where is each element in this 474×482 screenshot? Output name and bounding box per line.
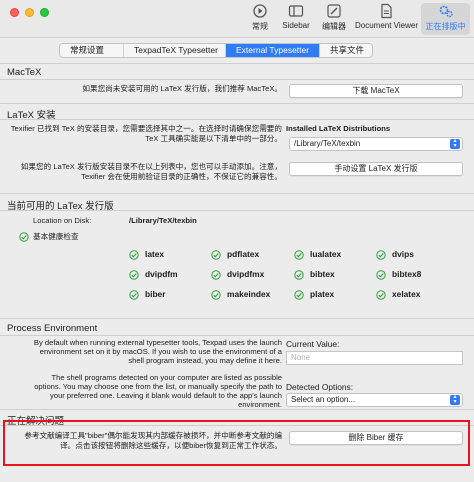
chevron-updown-icon: ▴ ▾ <box>450 138 460 149</box>
check-icon <box>211 290 221 300</box>
check-icon <box>376 270 386 280</box>
check-icon <box>129 250 139 260</box>
divider <box>0 193 474 194</box>
detected-options-label: Detected Options: <box>286 382 354 392</box>
settings-tabs: 常规设置 TexpadTeX Typesetter External Types… <box>59 43 373 58</box>
mactex-description: 如果您尚未安装可用的 LaTeX 发行版，我们推荐 MacTeX。 <box>82 84 282 93</box>
tool-name: dvipdfm <box>145 269 178 279</box>
toolbar-label: Sidebar <box>282 21 310 30</box>
install-description-line2: TeX 工具确实能是以下清单中的一部分。 <box>145 134 282 143</box>
close-window-button[interactable] <box>10 8 19 17</box>
toolbar: 常规 Sidebar 编辑器 Document Viewer 正在排版中 <box>0 0 474 38</box>
current-value-field[interactable]: None <box>286 351 463 365</box>
tool-name: lualatex <box>310 249 342 259</box>
installed-distributions-label: Installed LaTeX Distributions <box>286 124 391 133</box>
tool-name: latex <box>145 249 165 259</box>
health-check-icon <box>19 232 29 242</box>
tab-shared-files[interactable]: 共享文件 <box>320 44 372 57</box>
gears-icon <box>439 5 453 18</box>
location-value: /Library/TeX/texbin <box>129 216 197 225</box>
chevron-updown-icon: ▴ ▾ <box>450 394 460 405</box>
check-icon <box>294 270 304 280</box>
install-description-line1: Texifier 已找到 TeX 的安装目录，您需要选择其中之一。在选择时请确保… <box>10 124 282 133</box>
highlight-box <box>3 420 470 466</box>
check-icon <box>211 250 221 260</box>
toolbar-label: 常规 <box>252 22 268 31</box>
tool-name: bibtex8 <box>392 269 422 279</box>
detected-options-select[interactable]: Select an option... ▴ ▾ <box>286 393 463 407</box>
process-description-line3: shell program instead, you may define it… <box>128 356 282 365</box>
preferences-window: 常规 Sidebar 编辑器 Document Viewer 正在排版中 常规设… <box>0 0 474 482</box>
section-title-process: Process Environment <box>7 323 98 334</box>
editor-icon <box>327 4 341 18</box>
tab-external-typesetter[interactable]: External Typesetter <box>226 44 320 57</box>
general-icon <box>253 4 267 18</box>
divider <box>0 210 474 211</box>
tool-name: makeindex <box>227 289 271 299</box>
toolbar-label: 正在排版中 <box>425 22 466 31</box>
tool-name: pdflatex <box>227 249 260 259</box>
manual-description-line2: Texifier 会在使用前验证目录的正确性，不保证它的兼容性。 <box>81 172 282 181</box>
tool-name: bibtex <box>310 269 335 279</box>
divider <box>0 335 474 336</box>
document-viewer-icon <box>381 3 392 19</box>
toolbar-sidebar[interactable]: Sidebar <box>279 3 313 35</box>
manual-setup-button[interactable]: 手动设置 LaTeX 发行版 <box>289 162 463 176</box>
toolbar-editor[interactable]: 编辑器 <box>318 3 350 35</box>
tab-general-settings[interactable]: 常规设置 <box>60 44 124 57</box>
zoom-window-button[interactable] <box>40 8 49 17</box>
divider <box>0 63 474 64</box>
tool-name: dvipdfmx <box>227 269 265 279</box>
location-label: Location on Disk: <box>33 216 92 225</box>
toolbar-general[interactable]: 常规 <box>246 3 274 35</box>
check-icon <box>376 250 386 260</box>
check-icon <box>129 270 139 280</box>
detected-options-value: Select an option... <box>291 395 356 404</box>
tool-name: platex <box>310 289 335 299</box>
check-icon <box>376 290 386 300</box>
tool-name: dvips <box>392 249 414 259</box>
distribution-select-value: /Library/TeX/texbin <box>294 139 361 148</box>
divider <box>0 119 474 120</box>
toolbar-document-viewer[interactable]: Document Viewer <box>355 3 418 35</box>
manual-description-line1: 如果您的 LaTeX 发行版安装目录不在以上列表中，您也可以手动添加。注意， <box>20 162 282 171</box>
check-icon <box>211 270 221 280</box>
minimize-window-button[interactable] <box>25 8 34 17</box>
section-title-mactex: MacTeX <box>7 67 42 78</box>
current-value-label: Current Value: <box>286 339 340 349</box>
check-icon <box>294 290 304 300</box>
tool-name: biber <box>145 289 166 299</box>
toolbar-label: Document Viewer <box>355 21 418 30</box>
distribution-select[interactable]: /Library/TeX/texbin ▴ ▾ <box>289 137 463 151</box>
toolbar-typesetting[interactable]: 正在排版中 <box>421 3 470 35</box>
toolbar-label: 编辑器 <box>322 22 346 31</box>
health-check-label: 基本健康检查 <box>33 232 79 241</box>
check-icon <box>129 290 139 300</box>
sidebar-icon <box>288 5 304 17</box>
tool-name: xelatex <box>392 289 421 299</box>
divider <box>0 79 474 80</box>
download-mactex-button[interactable]: 下载 MacTeX <box>289 84 463 98</box>
divider <box>0 409 474 410</box>
divider <box>0 318 474 319</box>
divider <box>0 103 474 104</box>
check-icon <box>294 250 304 260</box>
tab-texpad-typesetter[interactable]: TexpadTeX Typesetter <box>124 44 226 57</box>
